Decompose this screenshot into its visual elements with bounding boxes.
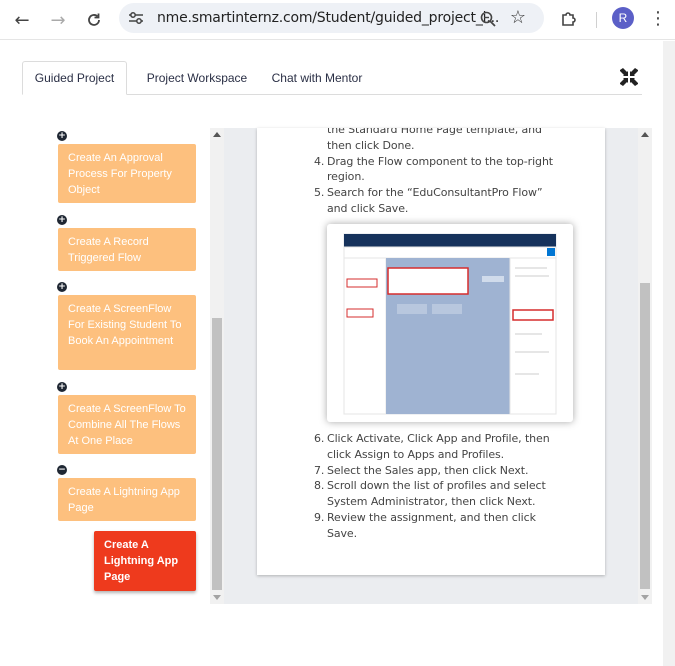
url-text: nme.smartinternz.com/Student/guided_proj…: [157, 10, 500, 26]
instruction-line: the Standard Home Page template, and: [327, 128, 542, 136]
forward-icon[interactable]: →: [44, 6, 72, 34]
collapse-fullscreen-icon[interactable]: [618, 66, 640, 88]
tab-bar: Guided Project Project Workspace Chat wi…: [22, 61, 642, 95]
instruction-line: Scroll down the list of profiles and sel…: [327, 479, 546, 493]
window-scrollbar[interactable]: [663, 41, 675, 666]
list-number: 6.: [314, 432, 325, 445]
list-number: 4.: [314, 154, 325, 168]
scroll-up-arrow-icon[interactable]: [641, 132, 649, 137]
scroll-thumb[interactable]: [212, 318, 222, 590]
zoom-icon[interactable]: [477, 8, 499, 30]
steps-scrollbar[interactable]: [210, 128, 224, 604]
scroll-up-arrow-icon[interactable]: [213, 132, 221, 137]
instruction-line: click Assign to Apps and Profiles.: [327, 447, 505, 461]
expand-icon[interactable]: +: [57, 382, 67, 392]
instruction-line: Save.: [327, 526, 357, 540]
browser-window: { "browser": { "url": "nme.smartinternz.…: [0, 0, 675, 666]
step-item[interactable]: Create A ScreenFlow To Combine All The F…: [58, 395, 196, 454]
instruction-line: Search for the “EduConsultantPro Flow”: [327, 186, 543, 200]
scroll-down-arrow-icon[interactable]: [213, 595, 221, 600]
instructions-document: the Standard Home Page template, and then…: [257, 128, 605, 575]
active-substep[interactable]: Create A Lightning App Page: [94, 531, 196, 591]
collapse-icon[interactable]: −: [57, 465, 67, 475]
list-number: 9.: [314, 511, 325, 524]
extensions-icon[interactable]: [557, 7, 581, 31]
list-number: 7.: [314, 463, 325, 477]
list-number: 5.: [314, 186, 325, 200]
instruction-line: region.: [327, 170, 365, 184]
back-icon[interactable]: ←: [8, 6, 36, 34]
reload-icon[interactable]: [80, 6, 108, 34]
step-item[interactable]: Create An Approval Process For Property …: [58, 144, 196, 203]
toolbar-divider: [596, 12, 597, 28]
instruction-line: then click Done.: [327, 138, 415, 152]
browser-toolbar: ← → nme.smartinternz.com/Student/guided_…: [0, 0, 675, 40]
instruction-line: Select the Sales app, then click Next.: [327, 463, 529, 477]
instruction-line: and click Save.: [327, 202, 409, 215]
tab-project-workspace[interactable]: Project Workspace: [132, 61, 262, 95]
expand-icon[interactable]: +: [57, 282, 67, 292]
step-item[interactable]: Create A Lightning App Page: [58, 478, 196, 521]
content-scrollbar[interactable]: [638, 128, 652, 604]
address-bar[interactable]: nme.smartinternz.com/Student/guided_proj…: [119, 3, 544, 33]
site-info-icon[interactable]: [125, 9, 147, 27]
flow-component-screenshot: [327, 224, 573, 422]
instruction-line: Click Activate, Click App and Profile, t…: [327, 432, 550, 445]
instruction-line: Review the assignment, and then click: [327, 511, 536, 524]
list-number: 8.: [314, 479, 325, 493]
profile-avatar[interactable]: R: [612, 7, 634, 29]
bookmark-star-icon[interactable]: ☆: [507, 6, 529, 28]
menu-icon[interactable]: ⋮: [648, 6, 668, 30]
scroll-down-arrow-icon[interactable]: [641, 595, 649, 600]
tab-chat-with-mentor[interactable]: Chat with Mentor: [262, 61, 372, 95]
instruction-line: Drag the Flow component to the top-right: [327, 154, 554, 168]
instruction-line: System Administrator, then click Next.: [327, 495, 536, 509]
step-item[interactable]: Create A Record Triggered Flow: [58, 228, 196, 271]
expand-icon[interactable]: +: [57, 131, 67, 141]
expand-icon[interactable]: +: [57, 215, 67, 225]
tab-guided-project[interactable]: Guided Project: [22, 61, 127, 95]
step-item[interactable]: Create A ScreenFlow For Existing Student…: [58, 295, 196, 370]
scroll-thumb[interactable]: [640, 283, 650, 589]
